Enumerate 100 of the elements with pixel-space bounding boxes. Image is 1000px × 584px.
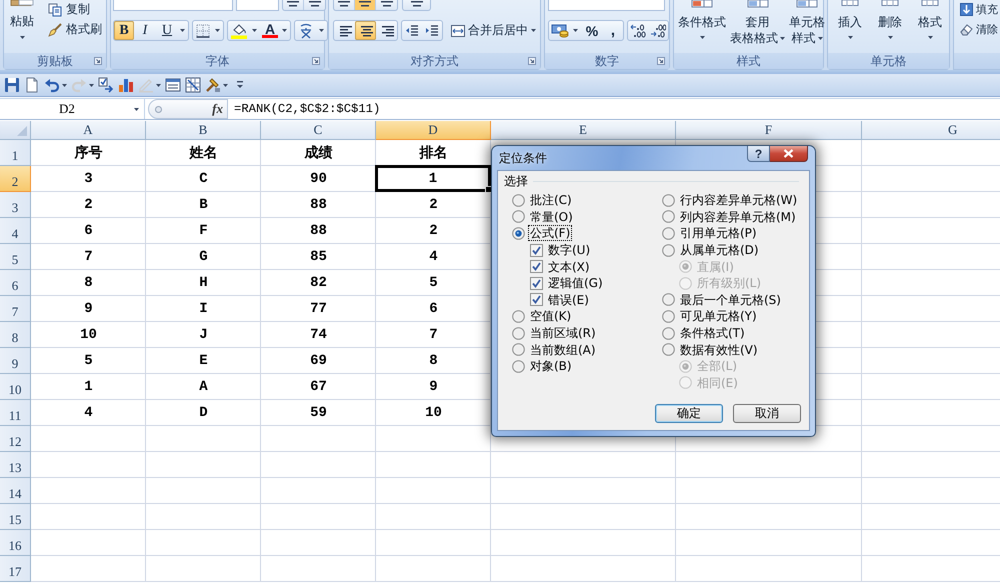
option-label[interactable]: 引用单元格(P) xyxy=(679,226,758,240)
dialog-button[interactable]: 确定 xyxy=(655,404,723,423)
percent-button[interactable]: % xyxy=(581,21,603,40)
column-header[interactable]: F xyxy=(676,121,862,140)
radio-button[interactable] xyxy=(512,194,525,207)
row-header[interactable]: 8 xyxy=(0,322,31,348)
style-button[interactable]: 套用 表格格式 xyxy=(730,0,785,53)
cell-button[interactable]: 插入 xyxy=(837,0,863,53)
style-button[interactable]: 单元格 样式 xyxy=(789,0,825,53)
row-header[interactable]: 6 xyxy=(0,270,31,296)
caret-icon[interactable] xyxy=(319,29,324,32)
row-header[interactable]: 2 xyxy=(0,166,31,192)
row-header[interactable]: 7 xyxy=(0,296,31,322)
row-header[interactable]: 12 xyxy=(0,426,31,452)
option-label[interactable]: 条件格式(T) xyxy=(679,326,746,340)
option-label[interactable]: 常量(O) xyxy=(529,210,574,224)
undo-arrow-icon[interactable] xyxy=(44,77,60,93)
insert-function-button[interactable]: fx xyxy=(212,101,223,117)
column-header[interactable]: C xyxy=(261,121,376,140)
caret-icon[interactable] xyxy=(215,29,220,32)
font-name-field[interactable] xyxy=(113,0,233,11)
format-painter-button[interactable]: 格式刷 xyxy=(48,22,102,37)
font-color-button[interactable]: A xyxy=(260,21,280,40)
bar-chart-icon[interactable] xyxy=(118,77,134,93)
italic-button[interactable]: I xyxy=(134,21,156,40)
column-header[interactable]: A xyxy=(31,121,146,140)
dialog-launcher-icon[interactable] xyxy=(528,57,536,65)
toolbar-button[interactable] xyxy=(355,0,376,10)
caret-icon[interactable] xyxy=(223,84,228,86)
edit-button[interactable]: 清除 xyxy=(960,22,998,37)
row-header[interactable]: 4 xyxy=(0,218,31,244)
radio-button[interactable] xyxy=(662,210,675,224)
caret-icon[interactable] xyxy=(573,29,578,32)
dialog-launcher-icon[interactable] xyxy=(94,57,102,65)
option-label[interactable]: 列内容差异单元格(M) xyxy=(679,210,797,224)
document-arrow-icon[interactable] xyxy=(98,77,114,93)
caret-icon[interactable] xyxy=(62,84,67,86)
active-cell[interactable]: 1 xyxy=(375,165,491,192)
align-button[interactable] xyxy=(355,21,376,40)
close-button[interactable] xyxy=(770,146,808,162)
option-label[interactable]: 从属单元格(D) xyxy=(679,243,760,258)
option-label[interactable]: 空值(K) xyxy=(529,309,572,324)
option-label[interactable]: 逻辑值(G) xyxy=(547,276,604,290)
option-label[interactable]: 当前数组(A) xyxy=(529,342,597,357)
radio-button[interactable] xyxy=(512,226,525,240)
paste-button[interactable]: 粘贴 xyxy=(6,0,38,53)
caret-icon[interactable] xyxy=(180,29,185,32)
column-header[interactable]: E xyxy=(491,121,676,140)
option-label[interactable]: 批注(C) xyxy=(529,193,573,208)
formula-field[interactable]: =RANK(C2,$C$2:$C$11) xyxy=(228,99,1000,119)
edit-button[interactable]: 填充 xyxy=(960,2,998,17)
dialog-launcher-icon[interactable] xyxy=(312,57,320,65)
radio-button[interactable] xyxy=(662,310,675,323)
row-header[interactable]: 15 xyxy=(0,504,31,530)
row-header[interactable]: 11 xyxy=(0,400,31,426)
caret-icon[interactable] xyxy=(252,29,257,32)
checkbox[interactable] xyxy=(530,293,543,306)
option-label[interactable]: 公式(F) xyxy=(529,226,572,240)
row-header[interactable]: 17 xyxy=(0,556,31,582)
radio-button[interactable] xyxy=(512,360,525,373)
table-grid-icon[interactable] xyxy=(185,77,201,93)
underline-button[interactable]: U xyxy=(156,21,178,40)
comma-style-button[interactable]: , xyxy=(603,21,623,40)
dialog-launcher-icon[interactable] xyxy=(657,57,665,65)
checkbox[interactable] xyxy=(530,244,543,257)
name-box[interactable]: D2 xyxy=(0,99,145,119)
row-header[interactable]: 10 xyxy=(0,374,31,400)
column-header[interactable]: G xyxy=(862,121,1000,140)
option-label[interactable]: 数据有效性(V) xyxy=(679,342,759,357)
copy-button[interactable]: 复制 xyxy=(48,2,102,17)
radio-button[interactable] xyxy=(512,343,525,356)
checkbox[interactable] xyxy=(530,260,543,274)
row-header[interactable]: 5 xyxy=(0,244,31,270)
dialog-button[interactable]: 取消 xyxy=(733,404,801,423)
blank-page-icon[interactable] xyxy=(24,77,40,93)
font-size-field[interactable] xyxy=(236,0,279,11)
option-label[interactable]: 可见单元格(Y) xyxy=(679,309,758,324)
circle-grip-icon[interactable] xyxy=(155,106,162,112)
bold-button[interactable]: B xyxy=(114,21,134,40)
radio-button[interactable] xyxy=(512,210,525,224)
checkbox[interactable] xyxy=(530,276,543,290)
option-label[interactable]: 对象(B) xyxy=(529,359,573,374)
radio-button[interactable] xyxy=(662,244,675,257)
radio-button[interactable] xyxy=(512,326,525,340)
cell-button[interactable]: 删除 xyxy=(877,0,903,53)
column-header[interactable]: D xyxy=(376,121,491,140)
option-label[interactable]: 当前区域(R) xyxy=(529,326,597,340)
radio-button[interactable] xyxy=(662,326,675,340)
radio-button[interactable] xyxy=(662,226,675,240)
option-label[interactable]: 数字(U) xyxy=(547,243,592,258)
column-header[interactable]: B xyxy=(146,121,261,140)
help-button[interactable]: ? xyxy=(747,146,770,162)
row-header[interactable]: 16 xyxy=(0,530,31,556)
row-header[interactable]: 1 xyxy=(0,140,31,166)
caret-icon[interactable] xyxy=(282,29,287,32)
caret-icon[interactable] xyxy=(134,108,139,110)
radio-button[interactable] xyxy=(662,343,675,356)
row-header[interactable]: 9 xyxy=(0,348,31,374)
cell-button[interactable]: 格式 xyxy=(917,0,943,53)
option-label[interactable]: 最后一个单元格(S) xyxy=(679,292,782,307)
